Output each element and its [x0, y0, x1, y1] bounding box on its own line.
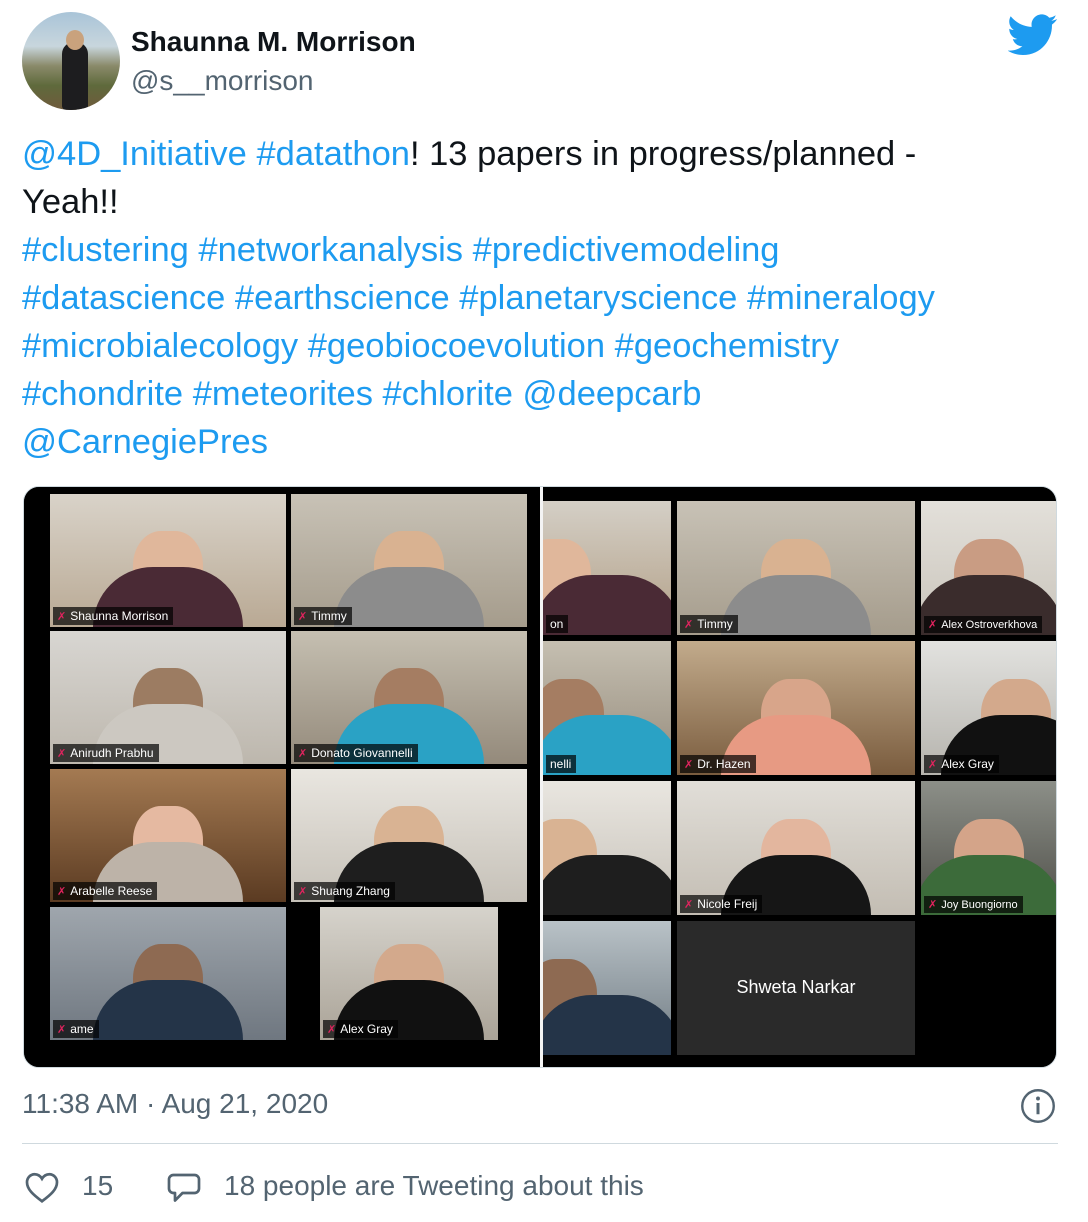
participant-name: Alex Gray: [941, 757, 994, 771]
hashtag-datathon[interactable]: #datathon: [256, 135, 409, 173]
participant-name: Timmy: [311, 609, 347, 623]
hashtags-line-4[interactable]: #chondrite #meteorites #chlorite @deepca…: [22, 370, 1072, 418]
participant-body: [543, 995, 671, 1055]
participant-label: ✗ Alex Gray: [924, 755, 999, 773]
participant-name: Dr. Hazen: [697, 757, 751, 771]
participant-body: [334, 567, 484, 627]
participant-name: Shuang Zhang: [311, 884, 390, 898]
video-tile: ✗ Alex Ostroverkhova: [921, 501, 1056, 635]
muted-mic-icon: ✗: [57, 1024, 67, 1036]
participant-body: [543, 855, 671, 915]
video-tile: ✗ Shaunna Morrison: [50, 494, 286, 627]
media-image[interactable]: ✗ Shaunna Morrison ✗ Timmy ✗ Anirudh Prabhu…: [23, 486, 1057, 1068]
participant-name: Donato Giovannelli: [311, 746, 413, 760]
video-tile: ✗ Timmy: [291, 494, 527, 627]
participant-label: ✗ Alex Ostroverkhova: [924, 616, 1043, 633]
video-tile: ✗ Timmy: [677, 501, 915, 635]
hashtags-line-3[interactable]: #microbialecology #geobiocoevolution #ge…: [22, 322, 1072, 370]
participant-name: Anirudh Prabhu: [70, 746, 154, 760]
tweet-line-2: Yeah!!: [22, 183, 119, 221]
participant-name: nelli: [550, 757, 572, 771]
participant-label: ✗ Dr. Hazen: [680, 755, 756, 773]
participant-label: ✗ Timmy: [680, 615, 738, 633]
tweet-line-1: @4D_Initiative #datathon! 13 papers in p…: [22, 130, 1072, 178]
participant-label: on: [546, 615, 569, 633]
video-tile: ✗ Dr. Hazen: [677, 641, 915, 775]
muted-mic-icon: ✗: [298, 748, 308, 760]
participant-label: ✗ Shaunna Morrison: [53, 607, 174, 625]
muted-mic-icon: ✗: [57, 886, 67, 898]
tweeting-about-link[interactable]: 18 people are Tweeting about this: [224, 1170, 644, 1202]
muted-mic-icon: ✗: [684, 759, 694, 771]
participant-name: Nicole Freij: [697, 897, 758, 911]
video-tile: on: [543, 501, 671, 635]
tweet-text: @4D_Initiative #datathon! 13 papers in p…: [22, 130, 1072, 466]
video-tile: ✗ Alex Gray: [921, 641, 1056, 775]
video-tile: ✗ Shuang Zhang: [291, 769, 527, 902]
video-tile: nelli: [543, 641, 671, 775]
participant-body: [93, 980, 243, 1040]
muted-mic-icon: ✗: [684, 619, 694, 631]
zoom-screenshot-left: ✗ Shaunna Morrison ✗ Timmy ✗ Anirudh Prabhu…: [24, 487, 540, 1067]
avatar-head: [66, 30, 84, 50]
video-tile: ✗ Donato Giovannelli: [291, 631, 527, 764]
muted-mic-icon: ✗: [928, 899, 938, 911]
tweet-timestamp[interactable]: 11:38 AM · Aug 21, 2020: [22, 1088, 328, 1120]
participant-label: ✗ Anirudh Prabhu: [53, 744, 159, 762]
muted-mic-icon: ✗: [57, 748, 67, 760]
participant-name: on: [550, 617, 564, 631]
heart-icon[interactable]: [24, 1170, 60, 1204]
hashtags-line-2[interactable]: #datascience #earthscience #planetarysci…: [22, 274, 1072, 322]
participant-name: Joy Buongiorno: [941, 899, 1018, 911]
twitter-bird-icon[interactable]: [1008, 14, 1058, 56]
video-tile: ✗ Anirudh Prabhu: [50, 631, 286, 764]
participant-name: ame: [70, 1022, 94, 1036]
avatar[interactable]: [22, 12, 120, 110]
info-icon[interactable]: [1020, 1088, 1056, 1124]
muted-mic-icon: ✗: [298, 886, 308, 898]
muted-mic-icon: ✗: [327, 1024, 337, 1036]
video-tile: ✗ ame: [50, 907, 286, 1040]
author-name[interactable]: Shaunna M. Morrison: [131, 26, 416, 58]
participant-label: ✗ ame: [53, 1020, 99, 1038]
divider: [22, 1143, 1058, 1144]
zoom-screenshot-right: on ✗ Timmy ✗ Alex Ostroverkhova nelli ✗ Dr.…: [543, 487, 1056, 1067]
participant-label: ✗ Timmy: [294, 607, 352, 625]
participant-label: ✗ Nicole Freij: [680, 895, 763, 913]
video-tile: [543, 921, 671, 1055]
author-handle[interactable]: @s__morrison: [131, 65, 313, 97]
participant-name: Arabelle Reese: [70, 884, 153, 898]
like-count[interactable]: 15: [82, 1170, 113, 1202]
participant-label: ✗ Alex Gray: [323, 1020, 398, 1038]
muted-mic-icon: ✗: [928, 759, 938, 771]
video-tile: [543, 781, 671, 915]
reply-icon[interactable]: [166, 1170, 202, 1204]
participant-label: nelli: [546, 755, 577, 773]
participant-label: ✗ Arabelle Reese: [53, 882, 158, 900]
participant-name: Timmy: [697, 617, 733, 631]
muted-mic-icon: ✗: [684, 899, 694, 911]
participant-name: Shweta Narkar: [736, 977, 856, 997]
participant-body: [721, 575, 871, 635]
participant-name: Shaunna Morrison: [70, 609, 169, 623]
video-tile: ✗ Alex Gray: [320, 907, 498, 1040]
mention-carnegiepres[interactable]: @CarnegiePres: [22, 418, 1072, 466]
participant-name: Alex Ostroverkhova: [941, 619, 1038, 631]
avatar-figure: [62, 42, 88, 110]
video-tile-no-camera: Shweta Narkar: [677, 921, 915, 1055]
participant-label: ✗ Shuang Zhang: [294, 882, 395, 900]
participant-name: Alex Gray: [340, 1022, 393, 1036]
mention-4d-initiative[interactable]: @4D_Initiative: [22, 135, 247, 173]
participant-label: ✗ Donato Giovannelli: [294, 744, 418, 762]
video-tile: ✗ Joy Buongiorno: [921, 781, 1056, 915]
muted-mic-icon: ✗: [298, 611, 308, 623]
hashtags-line-1[interactable]: #clustering #networkanalysis #predictive…: [22, 226, 1072, 274]
video-tile: ✗ Nicole Freij: [677, 781, 915, 915]
participant-label: ✗ Joy Buongiorno: [924, 896, 1023, 913]
video-tile: ✗ Arabelle Reese: [50, 769, 286, 902]
muted-mic-icon: ✗: [57, 611, 67, 623]
tweet-line-1-text: ! 13 papers in progress/planned -: [409, 135, 917, 173]
muted-mic-icon: ✗: [928, 619, 938, 631]
